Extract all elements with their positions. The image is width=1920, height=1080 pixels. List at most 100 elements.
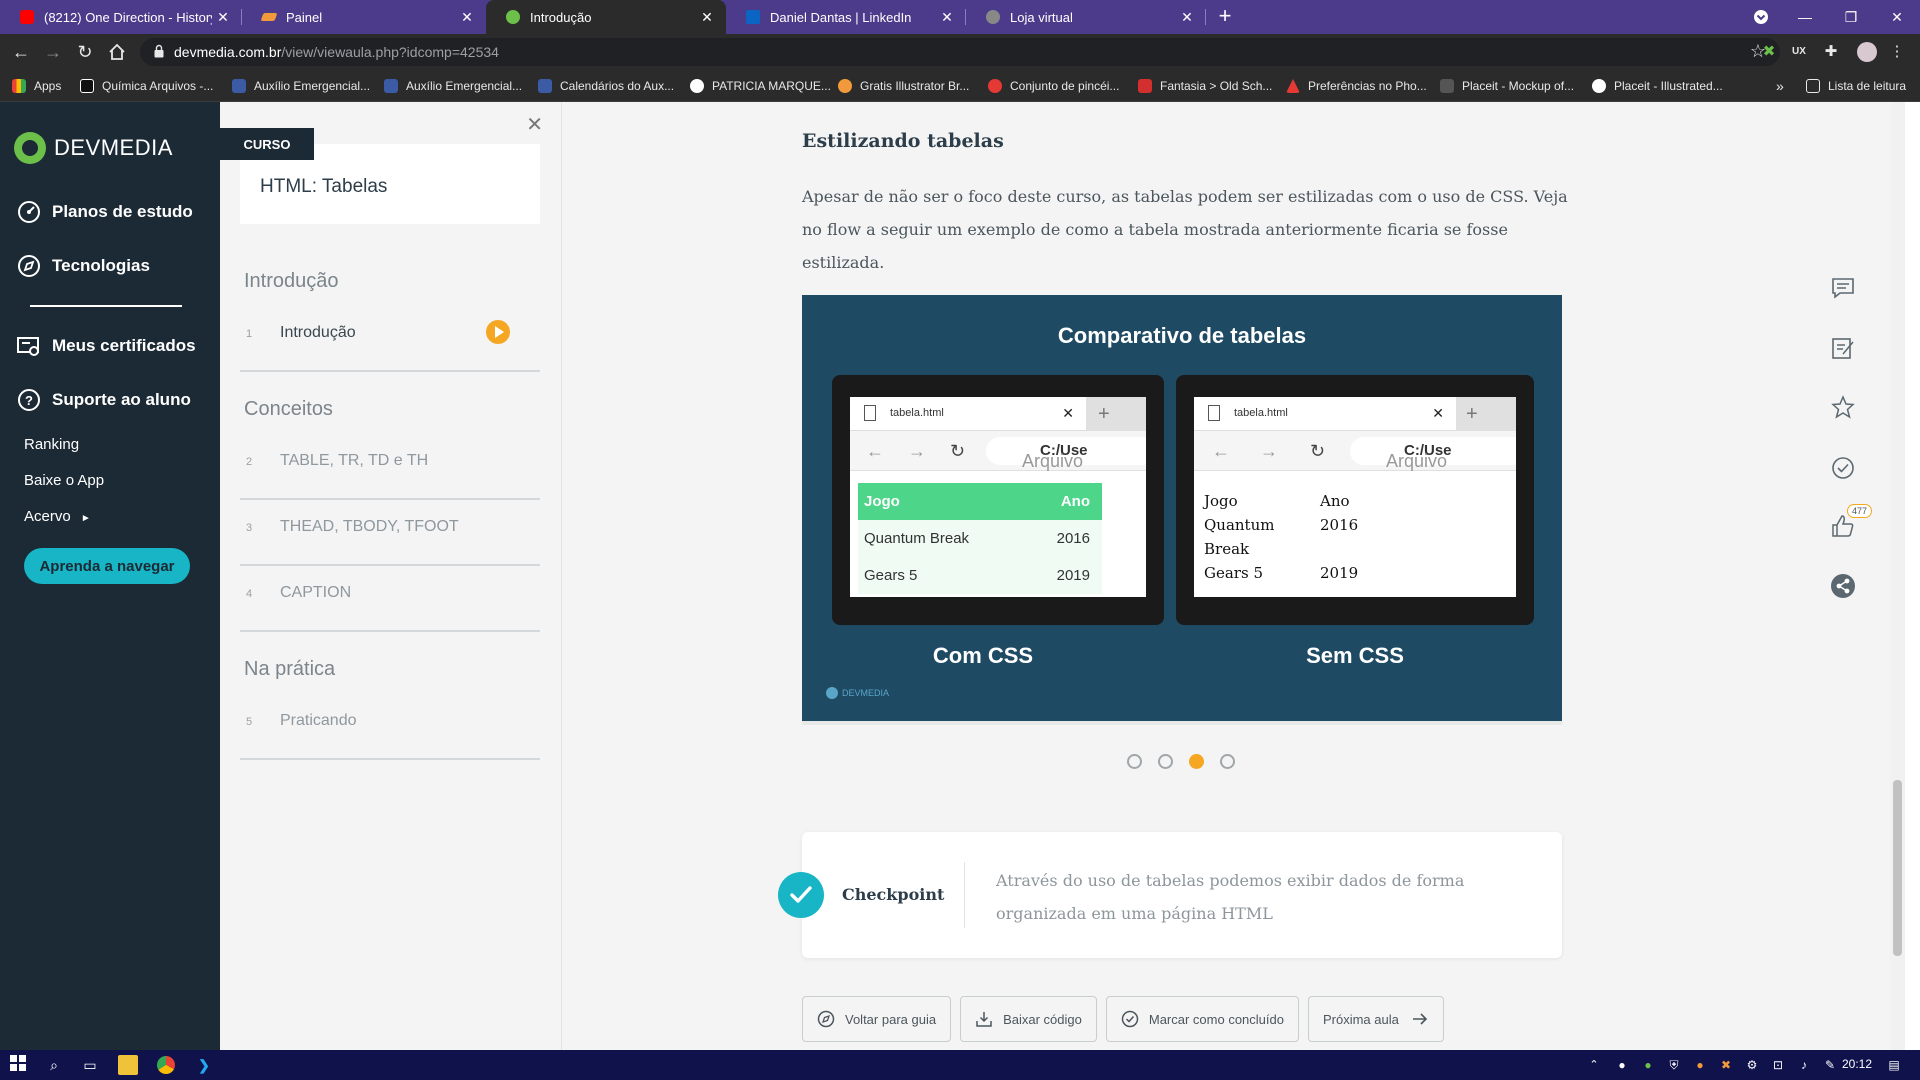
lesson-item[interactable]: 4 CAPTION xyxy=(240,566,540,632)
notifications-icon[interactable]: ▤ xyxy=(1884,1055,1904,1075)
close-tab-icon[interactable]: ✕ xyxy=(456,9,478,26)
bookmark-placeit-mockup[interactable]: Placeit - Mockup of... xyxy=(1440,70,1574,102)
extension-puzzle-colored-icon[interactable]: ✖ xyxy=(1758,41,1780,63)
download-code-button[interactable]: Baixar código xyxy=(960,996,1097,1042)
sidebar-item-suporte[interactable]: ? Suporte ao aluno xyxy=(16,387,191,413)
restore-button[interactable]: ❐ xyxy=(1828,0,1874,34)
back-arrow-icon: ← xyxy=(866,441,884,461)
lesson-item[interactable]: 1 Introdução xyxy=(240,306,540,372)
sidebar-link-acervo[interactable]: Acervo ► xyxy=(24,508,91,525)
close-tab-icon[interactable]: ✕ xyxy=(696,9,718,26)
reading-list-icon xyxy=(1806,79,1820,93)
browser-tab-loja[interactable]: Loja virtual ✕ xyxy=(966,0,1206,34)
close-tab-icon[interactable]: ✕ xyxy=(936,9,958,26)
chrome-icon[interactable] xyxy=(156,1055,176,1075)
mark-complete-button[interactable]: Marcar como concluído xyxy=(1105,996,1299,1042)
windows-start-icon[interactable] xyxy=(8,1055,28,1075)
bookmark-illustrator[interactable]: Gratis Illustrator Br... xyxy=(838,70,969,102)
section-title-pratica: Na prática xyxy=(244,658,336,680)
forward-button[interactable]: → xyxy=(40,40,66,64)
vscode-icon[interactable]: ❯ xyxy=(194,1055,214,1075)
carousel-dot[interactable] xyxy=(1220,754,1235,769)
extensions-icon[interactable]: ✚ xyxy=(1820,41,1842,63)
lesson-item[interactable]: 5 Praticando xyxy=(240,694,540,760)
back-button[interactable]: ← xyxy=(8,40,34,64)
taskbar-clock[interactable]: 20:12 xyxy=(1842,1057,1872,1071)
bookmark-auxilio-1[interactable]: Auxílio Emergencial... xyxy=(232,70,370,102)
tray-overflow-icon[interactable]: ⌃ xyxy=(1584,1055,1604,1075)
menu-kebab-icon[interactable]: ⋮ xyxy=(1886,41,1908,63)
bookmarks-overflow-button[interactable]: » xyxy=(1776,70,1784,102)
share-icon[interactable] xyxy=(1829,572,1857,600)
ux-extension-icon[interactable]: UX xyxy=(1788,41,1810,63)
scrollbar-thumb[interactable] xyxy=(1893,780,1902,956)
carousel-dot[interactable] xyxy=(1127,754,1142,769)
forward-arrow-icon: → xyxy=(1260,441,1278,461)
sidebar-item-tecnologias[interactable]: Tecnologias xyxy=(16,253,150,279)
close-tab-icon[interactable]: ✕ xyxy=(212,9,234,26)
minimize-button[interactable]: — xyxy=(1782,0,1828,34)
browser-tab-youtube[interactable]: (8212) One Direction - History (O ✕ xyxy=(0,0,242,34)
back-to-guide-button[interactable]: Voltar para guia xyxy=(802,996,952,1042)
devmedia-logo[interactable]: DEVMEDIA xyxy=(14,132,173,164)
tray-app-icon[interactable]: ⚙ xyxy=(1742,1055,1762,1075)
learn-navigation-button[interactable]: Aprenda a navegar xyxy=(24,548,190,584)
next-lesson-button[interactable]: Próxima aula xyxy=(1307,996,1444,1042)
tray-app-icon[interactable]: ● xyxy=(1690,1055,1710,1075)
bookmark-pinceis[interactable]: Conjunto de pincéi... xyxy=(988,70,1119,102)
tab-search-button[interactable] xyxy=(1738,0,1784,34)
carousel-dot[interactable] xyxy=(1158,754,1173,769)
browser-tab-linkedin[interactable]: Daniel Dantas | LinkedIn ✕ xyxy=(726,0,966,34)
tray-app-icon[interactable]: ✖ xyxy=(1716,1055,1736,1075)
volume-icon[interactable]: ♪ xyxy=(1794,1055,1814,1075)
monitor-without-css: tabela.html ✕ + ← → ↻ Arquivo C:/Use Jog… xyxy=(1176,375,1534,625)
bookmark-fantasia[interactable]: Fantasia > Old Sch... xyxy=(1138,70,1272,102)
close-tab-icon[interactable]: ✕ xyxy=(1176,9,1198,26)
play-icon xyxy=(486,320,510,344)
new-tab-button[interactable]: + xyxy=(1212,4,1238,30)
close-panel-icon[interactable]: ✕ xyxy=(526,112,543,137)
network-icon[interactable]: ⊡ xyxy=(1768,1055,1788,1075)
home-button[interactable] xyxy=(104,40,130,64)
address-bar[interactable]: devmedia.com.br/view/viewaula.php?idcomp… xyxy=(140,38,1780,66)
bookmark-preferencias[interactable]: Preferências no Pho... xyxy=(1286,70,1427,102)
bookmark-auxilio-2[interactable]: Auxílio Emergencial... xyxy=(384,70,522,102)
carousel-dot-active[interactable] xyxy=(1189,754,1204,769)
search-icon[interactable]: ⌕ xyxy=(44,1055,64,1075)
lesson-item[interactable]: 2 TABLE, TR, TD e TH xyxy=(240,434,540,500)
tray-app-icon[interactable]: ● xyxy=(1612,1055,1632,1075)
bookmark-apps[interactable]: Apps xyxy=(12,70,61,102)
sidebar-link-app[interactable]: Baixe o App xyxy=(24,472,104,489)
section-title-conceitos: Conceitos xyxy=(244,398,333,420)
course-name[interactable]: HTML: Tabelas xyxy=(260,176,387,198)
check-circle-icon[interactable] xyxy=(1829,454,1857,482)
tray-shield-icon[interactable]: ⛨ xyxy=(1664,1055,1684,1075)
browser-tab-introducao[interactable]: Introdução ✕ xyxy=(486,0,726,34)
bookmark-quimica[interactable]: Química Arquivos -... xyxy=(80,70,213,102)
mock-nav-bar: ← → ↻ Arquivo C:/Use xyxy=(850,431,1146,471)
sidebar-item-certificados[interactable]: Meus certificados xyxy=(16,333,196,359)
url-path: /view/viewaula.php?idcomp=42534 xyxy=(281,44,499,60)
comment-icon[interactable] xyxy=(1829,274,1857,302)
notes-edit-icon[interactable] xyxy=(1829,334,1857,362)
task-view-icon[interactable]: ▭ xyxy=(80,1055,100,1075)
page-scrollbar[interactable] xyxy=(1890,102,1905,1050)
tray-app-icon[interactable]: ● xyxy=(1638,1055,1658,1075)
browser-tab-painel[interactable]: Painel ✕ xyxy=(242,0,486,34)
star-badge-icon[interactable] xyxy=(1829,394,1857,422)
lesson-item[interactable]: 3 THEAD, TBODY, TFOOT xyxy=(240,500,540,566)
bookmark-patricia[interactable]: PATRICIA MARQUE... xyxy=(690,70,831,102)
file-explorer-icon[interactable] xyxy=(118,1055,138,1075)
bookmark-placeit-illustrated[interactable]: Placeit - Illustrated... xyxy=(1592,70,1723,102)
sidebar-link-ranking[interactable]: Ranking xyxy=(24,436,79,453)
windows-taskbar: ⌕ ▭ ❯ ⌃ ● ● ⛨ ● ✖ ⚙ ⊡ ♪ ✎ 20:12 ▤ xyxy=(0,1050,1920,1080)
reload-button[interactable]: ↻ xyxy=(72,40,98,64)
bookmark-calendarios[interactable]: Calendários do Aux... xyxy=(538,70,674,102)
profile-avatar[interactable] xyxy=(1856,41,1878,63)
pen-icon[interactable]: ✎ xyxy=(1820,1055,1840,1075)
checkpoint-card: Checkpoint Através do uso de tabelas pod… xyxy=(778,832,1562,958)
devmedia-logo-icon xyxy=(14,132,46,164)
close-window-button[interactable]: ✕ xyxy=(1874,0,1920,34)
reading-list-button[interactable]: Lista de leitura xyxy=(1806,70,1906,102)
sidebar-item-planos[interactable]: Planos de estudo xyxy=(16,199,193,225)
